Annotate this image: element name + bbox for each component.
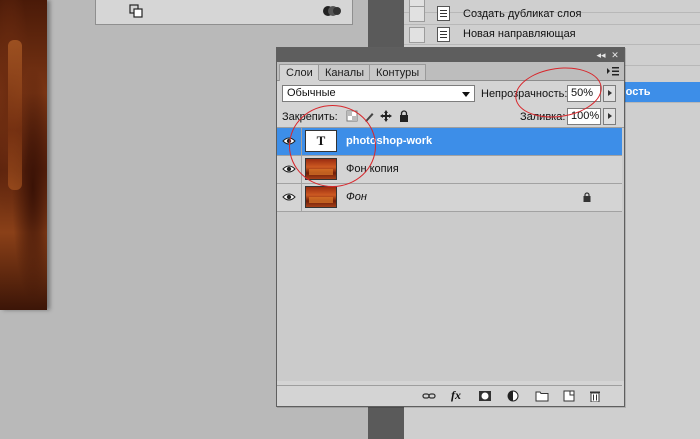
tab-layers[interactable]: Слои	[279, 64, 320, 81]
layer-name[interactable]: Фон копия	[346, 163, 399, 175]
fill-input[interactable]: 100%	[567, 108, 601, 125]
visibility-toggle[interactable]	[277, 156, 302, 183]
mask-icon[interactable]	[478, 390, 492, 402]
panel-tabs: Слои Каналы Контуры	[277, 62, 624, 81]
layers-toolbar: fx	[277, 385, 622, 406]
layer-name[interactable]: Фон	[346, 191, 367, 203]
history-step-icon	[437, 6, 450, 21]
lock-all-icon[interactable]	[398, 110, 410, 122]
canvas-photo	[0, 0, 47, 310]
lock-transparency-icon[interactable]	[346, 110, 358, 122]
layer-thumbnail-image	[305, 186, 337, 208]
layers-panel: ◂◂ ✕ Слои Каналы Контуры Обычные Непрозр…	[276, 47, 625, 407]
history-checkbox[interactable]	[409, 6, 425, 22]
lock-brush-icon[interactable]	[363, 110, 375, 122]
layer-row[interactable]: T photoshop-work	[277, 128, 622, 156]
layer-name[interactable]: photoshop-work	[346, 135, 432, 147]
panel-titlebar[interactable]: ◂◂ ✕	[277, 48, 624, 62]
eye-icon	[282, 137, 296, 145]
close-icon[interactable]: ✕	[609, 50, 621, 60]
new-layer-icon[interactable]	[562, 390, 576, 402]
history-checkbox[interactable]	[409, 27, 425, 43]
layer-list: T photoshop-work Фон копия Фон	[277, 128, 624, 381]
resize-icon[interactable]	[129, 4, 143, 18]
lock-icon	[583, 192, 591, 202]
visibility-toggle[interactable]	[277, 128, 302, 155]
trash-icon[interactable]	[588, 390, 602, 402]
layer-thumbnail-text: T	[305, 130, 337, 152]
blend-mode-value: Обычные	[287, 87, 336, 99]
layer-row[interactable]: Фон	[277, 184, 622, 212]
history-row[interactable]: Создать дубликат слоя	[404, 2, 700, 25]
blend-row: Обычные Непрозрачность: 50%	[277, 81, 624, 107]
tab-paths[interactable]: Контуры	[369, 64, 427, 80]
layer-thumbnail-image	[305, 158, 337, 180]
adjustment-icon[interactable]	[506, 390, 520, 402]
eye-icon	[282, 165, 296, 173]
history-item-label: Новая направляющая	[463, 28, 576, 40]
channels-icon[interactable]	[322, 4, 342, 18]
visibility-toggle[interactable]	[277, 184, 302, 211]
fx-icon[interactable]: fx	[451, 388, 465, 402]
eye-icon	[282, 193, 296, 201]
layer-row[interactable]: Фон копия	[277, 156, 622, 184]
opacity-input[interactable]: 50%	[567, 85, 601, 102]
history-step-icon	[437, 27, 450, 42]
chevron-down-icon	[462, 92, 470, 97]
fill-label: Заливка:	[520, 111, 566, 123]
group-folder-icon[interactable]	[535, 390, 549, 402]
lock-label: Закрепить:	[282, 111, 338, 123]
tab-channels[interactable]: Каналы	[318, 64, 372, 80]
top-panel-fragment	[95, 0, 353, 25]
history-row[interactable]: Новая направляющая	[404, 24, 700, 45]
panel-menu-icon[interactable]	[606, 65, 620, 77]
fill-stepper[interactable]	[603, 108, 616, 125]
lock-move-icon[interactable]	[380, 110, 392, 122]
link-icon[interactable]	[422, 390, 436, 402]
opacity-stepper[interactable]	[603, 85, 616, 102]
collapse-icon[interactable]: ◂◂	[595, 50, 607, 60]
blend-mode-select[interactable]: Обычные	[282, 85, 475, 102]
opacity-label: Непрозрачность:	[481, 88, 568, 100]
history-item-label: Создать дубликат слоя	[463, 8, 582, 20]
lock-row: Закрепить: Заливка: 100%	[277, 107, 624, 128]
